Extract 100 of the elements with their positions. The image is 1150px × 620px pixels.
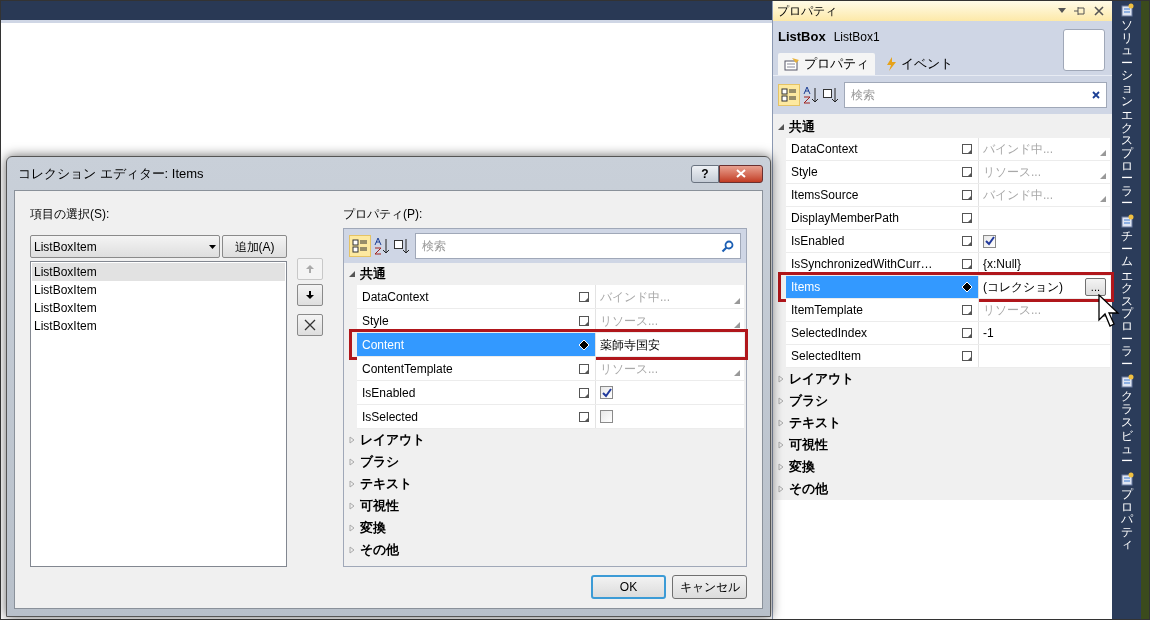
tool-window-icon [1119, 472, 1134, 486]
category-label: 可視性 [789, 436, 828, 455]
diamond-icon[interactable] [962, 282, 972, 292]
category-label: その他 [789, 480, 828, 499]
resize-grip-icon [1100, 173, 1106, 179]
value-hint: バインド中... [983, 141, 1053, 158]
tool-window-icon [1119, 3, 1134, 17]
side-tab-label[interactable]: クラス [1120, 390, 1133, 429]
resize-grip-icon [734, 298, 740, 304]
value-text: -1 [983, 325, 994, 342]
delete-icon [304, 319, 316, 331]
category-label: レイアウト [360, 431, 425, 450]
close-button[interactable] [719, 164, 763, 183]
add-button[interactable]: 追加(A) [222, 235, 287, 258]
side-tab-label[interactable]: ビュー [1120, 430, 1133, 468]
category-label: その他 [360, 541, 399, 560]
dialog-title: コレクション エディター: Items [18, 164, 205, 183]
square-marker-icon[interactable] [962, 236, 972, 246]
category-label: テキスト [789, 414, 841, 433]
lightning-icon [885, 57, 897, 71]
category-label: 共通 [789, 118, 815, 137]
expanded-triangle-icon[interactable] [348, 270, 356, 278]
resize-grip-icon [1100, 196, 1106, 202]
dialog-button[interactable]: キャンセル [672, 575, 747, 599]
panel-tab[interactable]: プロパティ [778, 53, 875, 75]
panel-tab[interactable]: イベント [879, 53, 959, 75]
dropdown-arrow-icon [209, 244, 216, 249]
diamond-icon[interactable] [579, 339, 589, 350]
help-button[interactable]: ? [691, 164, 719, 183]
property-sort-icon[interactable] [822, 85, 840, 105]
side-tab-label[interactable]: ソリューション [1120, 19, 1133, 108]
side-tab-label[interactable]: エクスプローラー [1120, 109, 1133, 210]
sort-icon[interactable] [802, 85, 820, 105]
value-text: (コレクション) [983, 279, 1063, 296]
expanded-triangle-icon[interactable] [777, 123, 785, 131]
items-label: 項目の選択(S): [30, 206, 111, 223]
checkbox[interactable] [600, 386, 613, 399]
category-label: ブラシ [789, 392, 828, 411]
category-label: テキスト [360, 475, 412, 494]
square-marker-icon[interactable] [962, 144, 972, 154]
square-marker-icon[interactable] [579, 387, 589, 398]
ellipsis-button[interactable]: ... [1084, 278, 1106, 296]
dropdown-icon[interactable] [1058, 8, 1066, 14]
move-down-button[interactable] [297, 284, 323, 306]
property-sort-icon[interactable] [393, 236, 411, 256]
square-marker-icon[interactable] [962, 167, 972, 177]
resize-grip-icon [734, 322, 740, 328]
element-name: ListBox1 [833, 29, 880, 46]
value-hint: リソース... [600, 312, 658, 330]
side-tab-label[interactable]: プロパティ [1120, 488, 1133, 551]
arrow-down-icon [305, 290, 315, 300]
tool-window-icon [1119, 374, 1134, 389]
clear-icon[interactable] [1092, 91, 1100, 99]
square-marker-icon[interactable] [579, 363, 589, 374]
category-label: 変換 [789, 458, 815, 477]
square-marker-icon[interactable] [579, 315, 589, 326]
square-marker-icon[interactable] [962, 190, 972, 200]
value-hint: バインド中... [983, 187, 1053, 204]
category-label: 変換 [360, 519, 386, 538]
categorized-icon[interactable] [349, 235, 371, 257]
value-hint: リソース... [983, 164, 1041, 181]
close-icon[interactable] [1094, 6, 1104, 16]
list-item[interactable]: ListBoxItem [32, 263, 285, 281]
category-label: レイアウト [789, 370, 854, 389]
type-name: ListBox [778, 28, 826, 46]
panel-title: プロパティ [777, 3, 838, 20]
value-text: 薬師寺国安 [600, 336, 660, 354]
categorized-icon[interactable] [778, 84, 800, 106]
category-label: 可視性 [360, 497, 399, 516]
value-text: {x:Null} [983, 256, 1022, 273]
square-marker-icon[interactable] [579, 411, 589, 422]
side-tab-label[interactable]: エクスプローラー [1120, 269, 1133, 371]
category-label: ブラシ [360, 453, 399, 472]
checkbox[interactable] [983, 234, 996, 248]
resize-grip-icon [734, 370, 740, 376]
pin-icon[interactable] [1074, 6, 1086, 16]
properties-label: プロパティ(P): [343, 206, 424, 223]
square-marker-icon[interactable] [962, 328, 972, 338]
square-marker-icon[interactable] [579, 291, 589, 302]
value-hint: リソース... [600, 360, 658, 378]
value-hint: リソース... [983, 302, 1041, 319]
value-hint: バインド中... [600, 288, 670, 306]
square-marker-icon[interactable] [962, 259, 972, 269]
checkbox[interactable] [600, 410, 613, 423]
arrow-up-icon [305, 264, 315, 274]
resize-grip-icon [1100, 150, 1106, 156]
square-marker-icon[interactable] [962, 305, 972, 315]
type-combo-box[interactable]: ListBoxItem [30, 235, 220, 258]
tool-window-icon [1119, 213, 1134, 228]
close-icon [736, 169, 746, 178]
side-tab-label[interactable]: チーム [1120, 229, 1133, 268]
dialog-button[interactable]: OK [591, 575, 666, 599]
preview-thumbnail [1063, 29, 1105, 71]
square-marker-icon[interactable] [962, 351, 972, 361]
delete-button[interactable] [297, 314, 323, 336]
category-label: 共通 [360, 265, 386, 284]
square-marker-icon[interactable] [962, 213, 972, 223]
search-icon[interactable] [721, 239, 734, 253]
sort-icon[interactable] [373, 236, 391, 256]
properties-icon [784, 57, 800, 71]
